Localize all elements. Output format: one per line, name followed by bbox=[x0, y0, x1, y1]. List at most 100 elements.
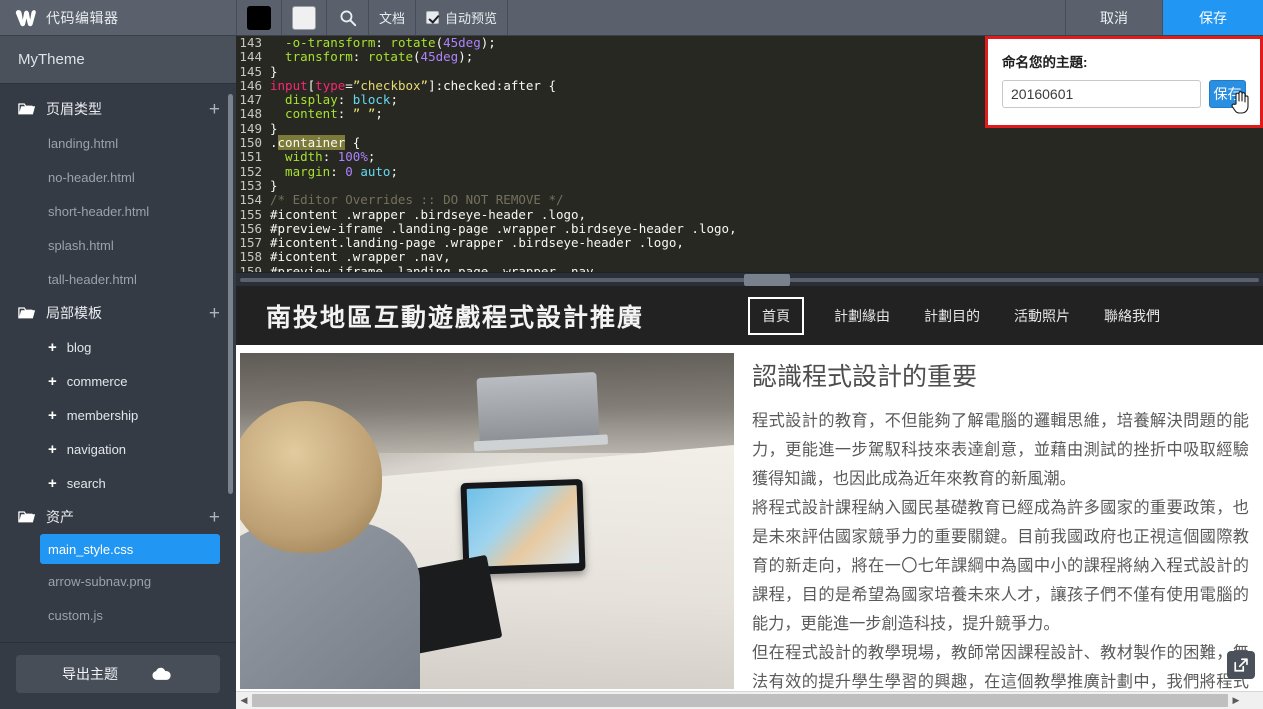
auto-preview-toggle[interactable]: 自动预览 bbox=[416, 0, 509, 35]
docs-button[interactable]: 文档 bbox=[369, 0, 417, 35]
white-color-swatch bbox=[292, 5, 316, 30]
code-token: ( bbox=[435, 36, 444, 50]
code-token: 45deg bbox=[420, 49, 459, 65]
sidebar-template-item[interactable]: + search bbox=[0, 466, 236, 500]
sidebar-file-item[interactable]: landing.html bbox=[0, 126, 236, 160]
code-text: display: block; bbox=[270, 93, 398, 107]
top-toolbar: 代码编辑器 文档 自动预览 取消 保存 bbox=[0, 0, 1263, 36]
sidebar-file-item[interactable]: main_style.css bbox=[40, 534, 220, 564]
external-link-icon bbox=[1234, 658, 1248, 672]
code-line[interactable]: 152 margin: 0 auto; bbox=[236, 163, 1263, 179]
code-text: } bbox=[270, 63, 278, 79]
code-token: margin bbox=[270, 163, 331, 179]
code-line[interactable]: 150 .container { bbox=[236, 135, 1263, 151]
sidebar-file-item[interactable]: arrow-subnav.png bbox=[0, 564, 236, 598]
search-button[interactable] bbox=[327, 0, 369, 35]
line-number: 146 bbox=[239, 77, 262, 93]
sidebar-item-label: arrow-subnav.png bbox=[48, 573, 152, 589]
code-token: ; bbox=[390, 163, 398, 179]
code-line[interactable]: 157 #icontent.landing-page .wrapper .bird… bbox=[236, 235, 1263, 250]
preview-site-body: 認識程式設計的重要 程式設計的教育，不但能夠了解電腦的邏輯思維，培養解決問題的能… bbox=[236, 345, 1263, 691]
code-token: ; bbox=[390, 92, 398, 108]
line-number: 154 bbox=[239, 192, 262, 208]
sidebar-folder-1[interactable]: 局部模板 + bbox=[0, 296, 236, 330]
sidebar-template-item[interactable]: + navigation bbox=[0, 432, 236, 466]
classroom-photo bbox=[240, 353, 734, 689]
code-token: display bbox=[270, 92, 338, 108]
line-number: 150 bbox=[239, 135, 262, 151]
editor-preview-splitter[interactable] bbox=[236, 272, 1263, 286]
code-token: input bbox=[270, 77, 308, 93]
export-theme-button[interactable]: 导出主题 bbox=[16, 655, 220, 693]
code-text: } bbox=[270, 120, 278, 136]
cancel-button[interactable]: 取消 bbox=[1066, 0, 1163, 35]
auto-preview-label: 自动预览 bbox=[445, 11, 498, 26]
hscroll-left-arrow[interactable]: ◀ bbox=[236, 692, 252, 709]
code-line[interactable]: 156 #preview-iframe .landing-page .wrappe… bbox=[236, 221, 1263, 236]
sidebar-template-item[interactable]: + commerce bbox=[0, 364, 236, 398]
code-editor-app: 代码编辑器 文档 自动预览 取消 保存 MyTheme 页眉类型 + landi… bbox=[0, 0, 1263, 709]
preview-article: 認識程式設計的重要 程式設計的教育，不但能夠了解電腦的邏輯思維，培養解決問題的能… bbox=[734, 345, 1263, 691]
open-in-new-window-button[interactable] bbox=[1227, 651, 1255, 679]
preview-nav-item-3[interactable]: 活動照片 bbox=[1010, 300, 1074, 332]
preview-nav-item-1[interactable]: 計劃緣由 bbox=[830, 300, 894, 332]
preview-nav-item-2[interactable]: 計劃目的 bbox=[920, 300, 984, 332]
hscroll-thumb[interactable] bbox=[252, 694, 1228, 707]
sidebar-file-item[interactable]: short-header.html bbox=[0, 194, 236, 228]
sidebar-folder-add-button[interactable]: + bbox=[207, 304, 222, 323]
code-text: /* Editor Overrides :: DO NOT REMOVE */ bbox=[270, 193, 564, 207]
code-text: -o-transform: rotate(45deg); bbox=[270, 36, 496, 50]
code-text: width: 100%; bbox=[270, 150, 375, 164]
code-token: transform bbox=[270, 49, 353, 65]
plus-icon: + bbox=[48, 474, 57, 492]
theme-name-input[interactable] bbox=[1002, 80, 1201, 108]
sidebar-file-item[interactable]: splash.html bbox=[0, 228, 236, 262]
code-line[interactable]: 155 #icontent .wrapper .birdseye-header .… bbox=[236, 207, 1263, 222]
sidebar-footer: 导出主题 bbox=[0, 642, 236, 709]
sidebar-file-item[interactable]: custom.js bbox=[0, 598, 236, 632]
splitter-grip[interactable] bbox=[744, 274, 790, 286]
preview-site-title: 南投地區互動遊戲程式設計推廣 bbox=[266, 302, 645, 332]
code-token: : bbox=[330, 163, 346, 179]
code-text: input[type=”checkbox”]:checked:after { bbox=[270, 77, 556, 93]
hscroll-right-arrow[interactable]: ▶ bbox=[1228, 692, 1244, 709]
black-color-swatch-button[interactable] bbox=[236, 0, 282, 35]
preview-nav-item-0[interactable]: 首頁 bbox=[748, 296, 805, 335]
sidebar-item-label: landing.html bbox=[48, 135, 119, 151]
code-line[interactable]: 151 width: 100%; bbox=[236, 150, 1263, 165]
code-token: ” ” bbox=[352, 106, 376, 122]
code-text: #icontent.landing-page .wrapper .birdsey… bbox=[270, 236, 684, 250]
line-number: 149 bbox=[239, 120, 262, 136]
sidebar-scrollbar-thumb[interactable] bbox=[228, 94, 233, 494]
auto-preview-checkbox[interactable] bbox=[426, 11, 440, 24]
code-text: .container { bbox=[270, 135, 360, 151]
code-token: } bbox=[270, 120, 278, 136]
code-line[interactable]: 154 /* Editor Overrides :: DO NOT REMOVE … bbox=[236, 192, 1263, 208]
sidebar-folder-0[interactable]: 页眉类型 + bbox=[0, 92, 236, 126]
sidebar-template-item[interactable]: + blog bbox=[0, 330, 236, 364]
preview-nav-item-4[interactable]: 聯絡我們 bbox=[1100, 300, 1164, 332]
code-token: } bbox=[270, 63, 278, 79]
sidebar-item-label: short-header.html bbox=[48, 203, 150, 219]
save-button[interactable]: 保存 bbox=[1163, 0, 1263, 35]
code-line[interactable]: 153} bbox=[236, 178, 1263, 193]
white-color-swatch-button[interactable] bbox=[282, 0, 327, 35]
code-text: #preview-iframe .landing-page .wrapper .… bbox=[270, 221, 737, 236]
code-text: #icontent .wrapper .nav, bbox=[270, 250, 451, 264]
code-line[interactable]: 158 #icontent .wrapper .nav, bbox=[236, 250, 1263, 265]
preview-horizontal-scrollbar[interactable]: ◀ ▶ bbox=[236, 691, 1263, 709]
sidebar-file-item[interactable]: tall-header.html bbox=[0, 262, 236, 296]
sidebar-file-item[interactable]: no-header.html bbox=[0, 160, 236, 194]
sidebar: MyTheme 页眉类型 + landing.html no-header.html s… bbox=[0, 36, 236, 709]
sidebar-folder-add-button[interactable]: + bbox=[207, 100, 222, 119]
sidebar-folder-add-button[interactable]: + bbox=[207, 508, 222, 527]
code-token: /* Editor Overrides :: DO NOT REMOVE */ bbox=[270, 192, 564, 208]
sidebar-folder-2[interactable]: 资产 + bbox=[0, 500, 236, 534]
modal-save-button[interactable]: 保存 bbox=[1209, 80, 1249, 114]
code-line[interactable]: 159 #preview-iframe .landing-page .wrappe… bbox=[236, 264, 1263, 272]
theme-name-label: MyTheme bbox=[0, 36, 236, 84]
app-title: 代码编辑器 bbox=[46, 9, 119, 26]
sidebar-template-item[interactable]: + membership bbox=[0, 398, 236, 432]
sidebar-item-label: custom.js bbox=[48, 607, 103, 623]
file-tree: 页眉类型 + landing.html no-header.html short-hea… bbox=[0, 84, 236, 642]
